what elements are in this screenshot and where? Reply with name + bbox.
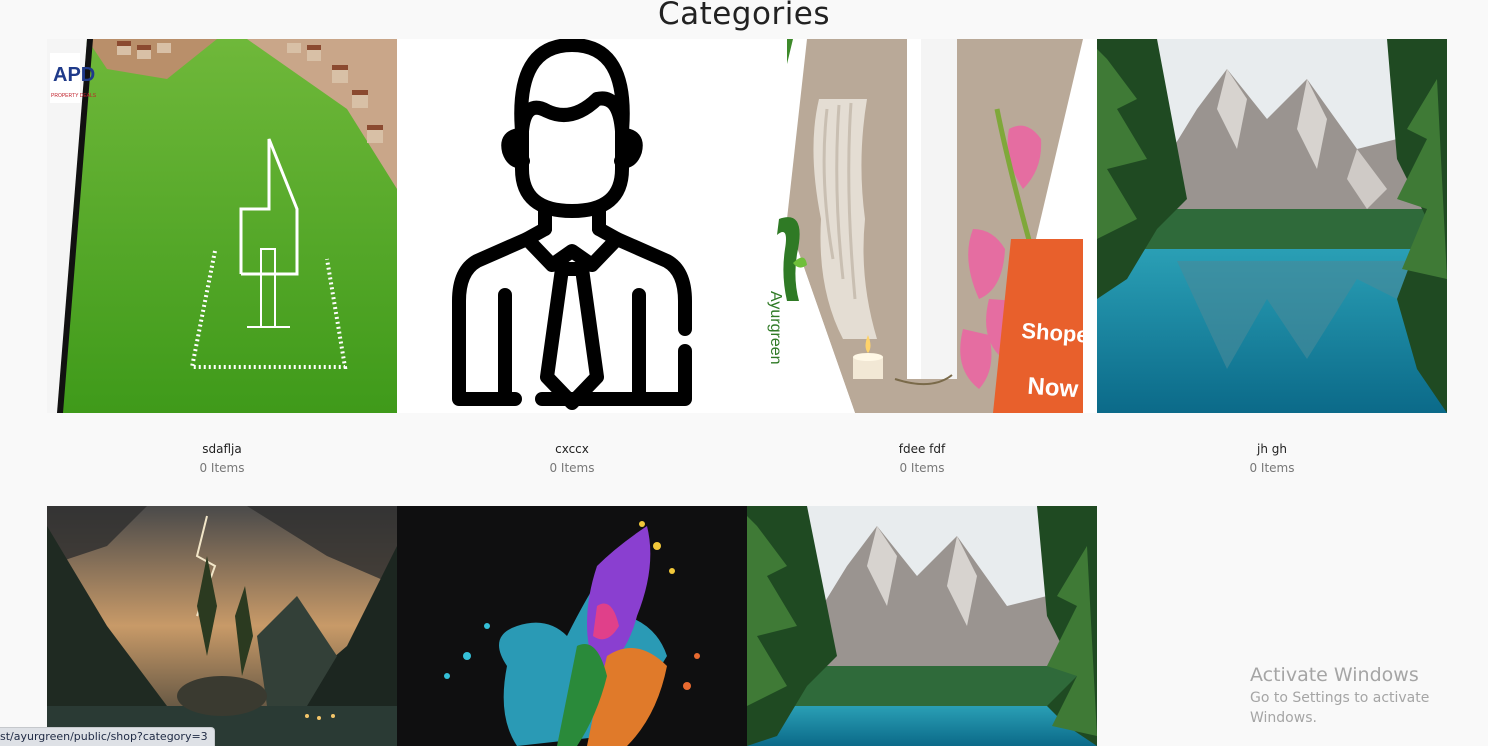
category-name[interactable]: sdaflja bbox=[47, 441, 397, 457]
category-image-stormy-landscape[interactable] bbox=[47, 506, 397, 746]
category-image-mountain-lake[interactable] bbox=[1097, 39, 1447, 413]
category-item-count: 0 Items bbox=[1249, 461, 1295, 475]
category-name[interactable]: jh gh bbox=[1097, 441, 1447, 457]
activate-windows-subtitle: Go to Settings to activate Windows. bbox=[1250, 690, 1430, 726]
category-image-land-plot[interactable]: APD PROPERTY DEALS bbox=[47, 39, 397, 413]
category-name[interactable]: cxccx bbox=[397, 441, 747, 457]
category-card-sdaflja[interactable]: APD PROPERTY DEALS sdaflja 0 Items bbox=[47, 39, 397, 476]
businessman-icon bbox=[397, 39, 747, 413]
category-item-count: 0 Items bbox=[899, 461, 945, 475]
category-item-count: 0 Items bbox=[199, 461, 245, 475]
category-image-businessman[interactable] bbox=[397, 39, 747, 413]
category-card-5[interactable] bbox=[47, 506, 397, 746]
svg-text:Now: Now bbox=[1027, 373, 1080, 403]
svg-text:PROPERTY DEALS: PROPERTY DEALS bbox=[51, 93, 97, 99]
svg-text:Shope: Shope bbox=[1021, 318, 1090, 348]
category-image-paint-splash[interactable] bbox=[397, 506, 747, 746]
category-card-6[interactable] bbox=[397, 506, 747, 746]
category-card-fdee-fdf[interactable]: Shope Now Ayurgreen fdee fdf 0 Items bbox=[747, 39, 1097, 476]
category-item-count: 0 Items bbox=[549, 461, 595, 475]
activate-windows-watermark: Activate Windows Go to Settings to activ… bbox=[1250, 664, 1488, 728]
svg-text:APD: APD bbox=[53, 64, 95, 86]
category-card-cxccx[interactable]: cxccx 0 Items bbox=[397, 39, 747, 476]
category-image-ayurgreen-banner[interactable]: Shope Now Ayurgreen bbox=[747, 39, 1097, 413]
page-title: Categories bbox=[657, 0, 831, 32]
svg-text:Ayurgreen: Ayurgreen bbox=[767, 291, 784, 365]
category-image-mountain-lake[interactable] bbox=[747, 506, 1097, 746]
category-card-7[interactable] bbox=[747, 506, 1097, 746]
activate-windows-title: Activate Windows bbox=[1250, 664, 1419, 686]
category-card-jh-gh[interactable]: jh gh 0 Items bbox=[1097, 39, 1447, 476]
status-bar-url: st/ayurgreen/public/shop?category=3 bbox=[0, 727, 215, 746]
category-name[interactable]: fdee fdf bbox=[747, 441, 1097, 457]
